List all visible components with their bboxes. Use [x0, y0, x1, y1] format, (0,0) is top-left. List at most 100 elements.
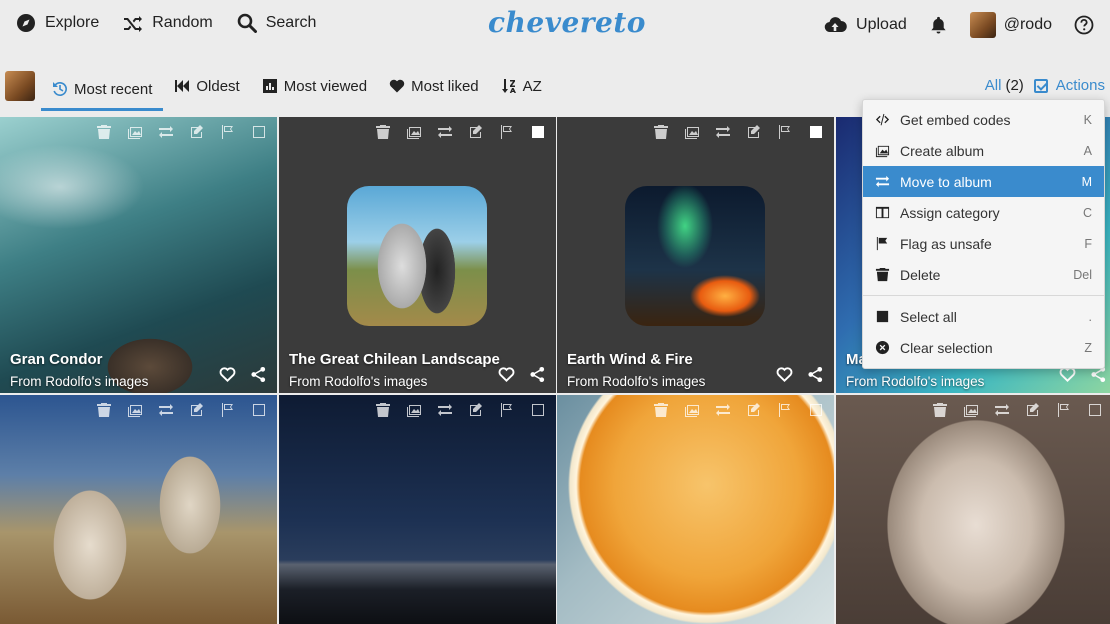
delete-icon[interactable]	[651, 401, 671, 419]
menu-item-shortcut: C	[1082, 205, 1092, 220]
image-tile[interactable]	[0, 395, 277, 624]
move-icon[interactable]	[435, 401, 455, 419]
select-checkbox-checked[interactable]	[528, 123, 548, 141]
tab-most-viewed[interactable]: Most viewed	[251, 66, 378, 106]
flag-icon[interactable]	[775, 401, 795, 419]
owner-avatar[interactable]	[5, 71, 35, 101]
flag-icon[interactable]	[218, 123, 238, 141]
tile-tools	[930, 401, 1105, 419]
select-checkbox[interactable]	[249, 123, 269, 141]
edit-icon[interactable]	[1023, 401, 1043, 419]
flag-icon[interactable]	[497, 401, 517, 419]
album-icon[interactable]	[682, 401, 702, 419]
menu-item-flag-as-unsafe[interactable]: Flag as unsafe F	[863, 228, 1104, 259]
tab-label: AZ	[522, 77, 542, 95]
sort-alpha-icon	[501, 79, 516, 93]
edit-icon[interactable]	[466, 401, 486, 419]
delete-icon[interactable]	[94, 401, 114, 419]
select-checkbox[interactable]	[1085, 401, 1105, 419]
menu-item-select-all[interactable]: Select all .	[863, 301, 1104, 332]
upload-button[interactable]: Upload	[823, 15, 907, 35]
select-checkbox[interactable]	[528, 401, 548, 419]
menu-item-assign-category[interactable]: Assign category C	[863, 197, 1104, 228]
delete-icon[interactable]	[94, 123, 114, 141]
menu-item-delete[interactable]: Delete Del	[863, 259, 1104, 290]
move-icon[interactable]	[992, 401, 1012, 419]
flag-icon[interactable]	[775, 123, 795, 141]
menu-item-create-album[interactable]: Create album A	[863, 135, 1104, 166]
album-icon[interactable]	[682, 123, 702, 141]
explore-link[interactable]: Explore	[16, 13, 99, 33]
like-icon[interactable]	[776, 366, 793, 383]
image-album-link[interactable]: From Rodolfo's images	[567, 374, 705, 389]
exchange-icon	[875, 174, 890, 189]
move-icon[interactable]	[713, 123, 733, 141]
album-icon[interactable]	[404, 123, 424, 141]
image-album-link[interactable]: From Rodolfo's images	[846, 374, 984, 389]
image-tile[interactable]	[836, 395, 1110, 624]
image-tile[interactable]	[557, 395, 834, 624]
search-link[interactable]: Search	[237, 13, 316, 33]
album-icon[interactable]	[125, 401, 145, 419]
edit-icon[interactable]	[187, 123, 207, 141]
select-checkbox-checked[interactable]	[806, 123, 826, 141]
user-menu[interactable]: @rodo	[969, 12, 1052, 38]
tab-oldest[interactable]: Oldest	[163, 66, 250, 106]
share-icon[interactable]	[529, 366, 546, 383]
image-title[interactable]: The Great Chilean Landscape	[289, 351, 500, 368]
menu-item-clear-selection[interactable]: Clear selection Z	[863, 332, 1104, 363]
menu-item-label: Clear selection	[900, 339, 993, 356]
like-icon[interactable]	[219, 366, 236, 383]
delete-icon[interactable]	[373, 123, 393, 141]
delete-icon[interactable]	[651, 123, 671, 141]
delete-icon[interactable]	[373, 401, 393, 419]
share-icon[interactable]	[807, 366, 824, 383]
menu-item-shortcut: .	[1088, 309, 1092, 324]
menu-item-shortcut: Del	[1073, 267, 1092, 282]
image-tile[interactable]: Gran Condor From Rodolfo's images	[0, 117, 277, 393]
tab-az[interactable]: AZ	[490, 66, 553, 106]
edit-icon[interactable]	[466, 123, 486, 141]
tab-most-liked[interactable]: Most liked	[378, 66, 490, 106]
image-title[interactable]: Gran Condor	[10, 351, 148, 368]
image-album-link[interactable]: From Rodolfo's images	[289, 374, 500, 389]
flag-icon[interactable]	[497, 123, 517, 141]
flag-icon[interactable]	[1054, 401, 1074, 419]
select-all-link[interactable]: All	[985, 77, 1002, 94]
move-icon[interactable]	[156, 123, 176, 141]
album-icon[interactable]	[961, 401, 981, 419]
menu-item-label: Get embed codes	[900, 111, 1011, 128]
random-link[interactable]: Random	[123, 13, 213, 33]
menu-item-label: Flag as unsafe	[900, 235, 992, 252]
bell-icon[interactable]	[929, 15, 948, 35]
trash-icon	[875, 267, 890, 282]
site-logo[interactable]: chevereto	[488, 6, 646, 39]
tile-actions	[498, 366, 546, 383]
delete-icon[interactable]	[930, 401, 950, 419]
image-album-link[interactable]: From Rodolfo's images	[10, 374, 148, 389]
move-icon[interactable]	[435, 123, 455, 141]
image-thumbnail	[625, 186, 765, 326]
album-icon[interactable]	[404, 401, 424, 419]
menu-item-get-embed-codes[interactable]: Get embed codes K	[863, 104, 1104, 135]
edit-icon[interactable]	[744, 123, 764, 141]
select-checkbox[interactable]	[249, 401, 269, 419]
image-tile[interactable]: Earth Wind & Fire From Rodolfo's images	[557, 117, 834, 393]
image-tile[interactable]	[279, 395, 556, 624]
images-icon	[875, 143, 890, 158]
actions-button[interactable]: Actions	[1056, 77, 1105, 94]
menu-item-move-to-album[interactable]: Move to album M	[863, 166, 1104, 197]
image-tile[interactable]: The Great Chilean Landscape From Rodolfo…	[279, 117, 556, 393]
select-checkbox[interactable]	[806, 401, 826, 419]
help-icon[interactable]	[1074, 15, 1094, 35]
like-icon[interactable]	[498, 366, 515, 383]
tab-most-recent[interactable]: Most recent	[41, 66, 164, 111]
edit-icon[interactable]	[187, 401, 207, 419]
move-icon[interactable]	[156, 401, 176, 419]
edit-icon[interactable]	[744, 401, 764, 419]
flag-icon[interactable]	[218, 401, 238, 419]
share-icon[interactable]	[250, 366, 267, 383]
album-icon[interactable]	[125, 123, 145, 141]
image-title[interactable]: Earth Wind & Fire	[567, 351, 705, 368]
move-icon[interactable]	[713, 401, 733, 419]
